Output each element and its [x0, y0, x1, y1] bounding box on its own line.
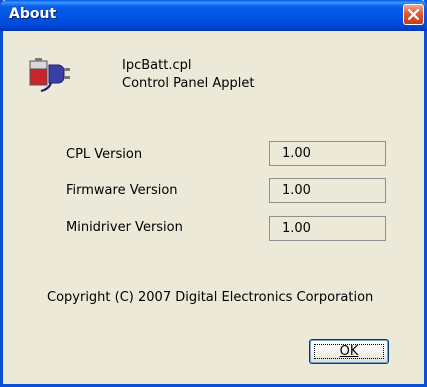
window-title: About [9, 6, 57, 22]
firmware-version-label: Firmware Version [66, 183, 178, 198]
cpl-version-label: CPL Version [66, 147, 143, 162]
ok-button[interactable]: OK [309, 339, 389, 364]
about-dialog: About IpcBatt.cpl Control Panel Applet C… [0, 0, 427, 387]
copyright-text: Copyright (C) 2007 Digital Electronics C… [47, 290, 374, 305]
minidriver-version-field: 1.00 [269, 216, 386, 241]
app-description: Control Panel Applet [122, 76, 255, 91]
title-bar[interactable]: About [0, 0, 427, 31]
close-icon [407, 8, 420, 21]
ok-button-label: OK [339, 344, 359, 359]
firmware-version-field: 1.00 [269, 178, 386, 203]
app-filename: IpcBatt.cpl [122, 58, 192, 73]
battery-plug-icon [29, 58, 70, 92]
close-button[interactable] [403, 4, 424, 25]
cpl-version-field: 1.00 [269, 141, 386, 166]
minidriver-version-label: Minidriver Version [66, 220, 183, 235]
